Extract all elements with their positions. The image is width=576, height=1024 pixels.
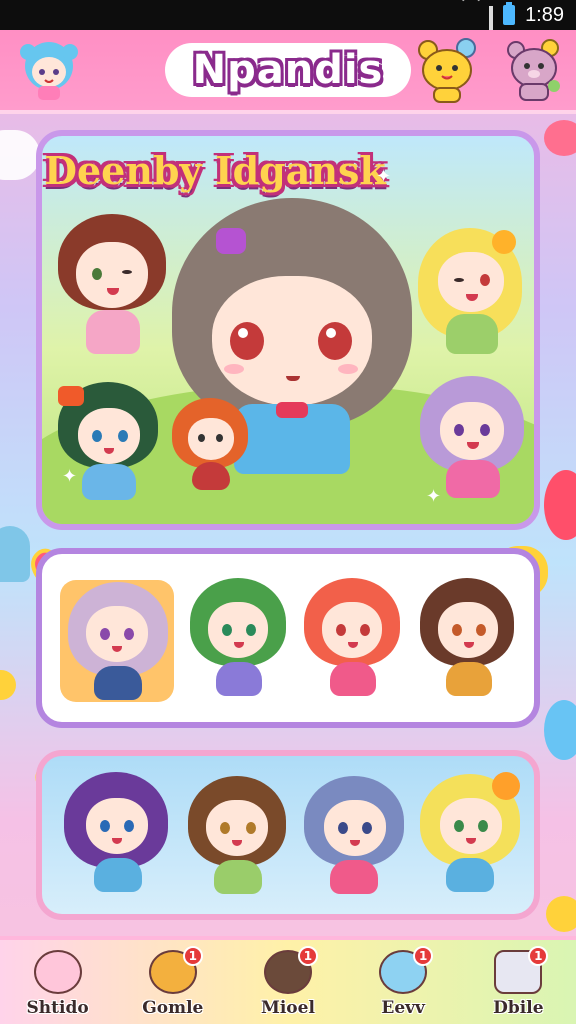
pink-pet-icon [33,950,82,994]
bow-icon [276,402,308,418]
wifi-icon [457,7,479,23]
blue-blob-icon: 1 [379,946,434,994]
featured-title: Deenby Idgansk [44,148,386,193]
nav-label: Mioel [261,998,315,1018]
nav-item-dbile[interactable]: 1 Dbile [468,940,568,1024]
roster-character-8[interactable] [420,772,524,904]
flower-icon [492,772,520,800]
character-blonde[interactable] [418,228,528,368]
orange-pet-icon: 1 [148,946,203,994]
character-orange-hair[interactable] [172,398,252,498]
character-green-hair[interactable] [58,382,162,508]
signal-icon [489,6,494,54]
cube-pet-icon: 1 [494,946,549,994]
roster-character-3[interactable] [304,578,404,708]
character-brown-hair[interactable] [52,214,172,364]
nav-label: Dbile [493,998,544,1018]
bottom-navigation: Shtido 1 Gomle 1 Mioel 1 Eevv 1 Dbile [0,936,576,1024]
nav-label: Shtido [26,998,89,1018]
nav-item-gomle[interactable]: 1 Gomle [123,940,223,1024]
pink-bear-icon[interactable] [500,36,570,106]
roster-character-7[interactable] [304,776,408,906]
notification-badge: 1 [528,946,549,966]
nav-label: Eevv [381,998,425,1018]
flower-icon [492,230,516,254]
character-row-1 [36,548,540,728]
nav-item-eevv[interactable]: 1 Eevv [353,940,453,1024]
yellow-bear-icon[interactable] [414,36,484,106]
sparkle-icon: ✦ [426,486,442,507]
header-bar: Npandis [0,30,576,114]
smiley-icon [0,670,16,700]
app-title: Npandis [164,43,412,97]
roster-character-6[interactable] [188,776,292,906]
brown-bear-icon: 1 [263,946,318,994]
notification-badge: 1 [297,946,318,966]
notification-badge: 1 [182,946,203,966]
balloon-icon [544,120,576,156]
roster-character-2[interactable] [190,578,290,708]
notification-badge: 1 [413,946,434,966]
roster-character-4[interactable] [420,578,520,708]
battery-icon [503,2,516,25]
balloon-icon [544,470,576,540]
star-hairclip-icon [216,228,246,254]
sparkle-icon: ✦ [376,166,392,187]
nav-item-shtido[interactable]: Shtido [8,940,108,1024]
status-time: 1:89 [525,3,564,26]
roster-character-5[interactable] [64,772,174,906]
balloon-icon [544,700,576,760]
sparkle-icon: ✦ [62,466,78,487]
bow-icon [58,386,84,406]
cloud-decoration [0,130,40,180]
featured-banner[interactable]: Deenby Idgansk ✦ ✦ ✦ [36,130,540,530]
smiley-icon [546,896,576,932]
player-avatar[interactable] [14,36,84,106]
character-row-2 [36,750,540,920]
status-bar: 1:89 [0,0,576,54]
nav-label: Gomle [142,998,204,1018]
nav-item-mioel[interactable]: 1 Mioel [238,940,338,1024]
roster-character-1[interactable] [64,582,172,712]
